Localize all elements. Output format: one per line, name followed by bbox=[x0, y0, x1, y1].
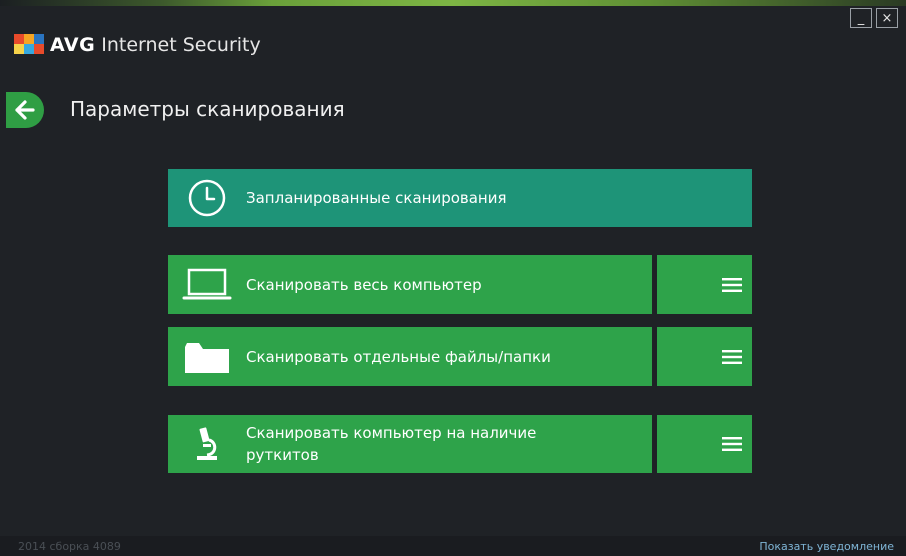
microscope-icon bbox=[178, 426, 236, 462]
scan-whole-computer-label: Сканировать весь компьютер bbox=[246, 275, 482, 294]
clock-icon bbox=[178, 178, 236, 218]
scan-files-folders-settings-button[interactable] bbox=[657, 327, 752, 386]
scan-rootkits-label-line1: Сканировать компьютер на наличие bbox=[246, 424, 537, 442]
scheduled-scans-button[interactable]: Запланированные сканирования bbox=[168, 169, 752, 227]
back-button[interactable] bbox=[6, 92, 44, 128]
show-notification-link[interactable]: Показать уведомление bbox=[759, 540, 894, 553]
avg-logo-icon bbox=[14, 34, 44, 56]
page-title: Параметры сканирования bbox=[70, 97, 345, 121]
top-accent-strip bbox=[0, 0, 906, 6]
scan-whole-computer-button[interactable]: Сканировать весь компьютер bbox=[168, 255, 652, 314]
build-info: 2014 сборка 4089 bbox=[18, 540, 121, 553]
scan-rootkits-settings-button[interactable] bbox=[657, 415, 752, 473]
close-button[interactable]: × bbox=[876, 8, 898, 28]
scan-rootkits-label: Сканировать компьютер на наличие руткито… bbox=[246, 422, 536, 466]
laptop-icon bbox=[178, 267, 236, 303]
scan-whole-computer-settings-button[interactable] bbox=[657, 255, 752, 314]
brand-name: AVG bbox=[50, 34, 96, 56]
scan-files-folders-label: Сканировать отдельные файлы/папки bbox=[246, 347, 551, 366]
scan-rootkits-button[interactable]: Сканировать компьютер на наличие руткито… bbox=[168, 415, 652, 473]
app-window: _ × AVG Internet Security Параметры скан… bbox=[0, 0, 906, 556]
product-name: Internet Security bbox=[101, 34, 261, 56]
window-controls: _ × bbox=[850, 8, 898, 28]
minimize-button[interactable]: _ bbox=[850, 8, 872, 28]
scan-rootkits-label-line2: руткитов bbox=[246, 446, 319, 464]
hamburger-menu-icon bbox=[722, 437, 742, 451]
app-logo: AVG Internet Security bbox=[14, 34, 261, 56]
hamburger-menu-icon bbox=[722, 277, 742, 292]
status-bar: 2014 сборка 4089 Показать уведомление bbox=[0, 536, 906, 556]
folder-icon bbox=[178, 339, 236, 375]
scheduled-scans-label: Запланированные сканирования bbox=[246, 189, 507, 207]
scan-files-folders-button[interactable]: Сканировать отдельные файлы/папки bbox=[168, 327, 652, 386]
hamburger-menu-icon bbox=[722, 349, 742, 364]
arrow-left-icon bbox=[15, 100, 35, 120]
